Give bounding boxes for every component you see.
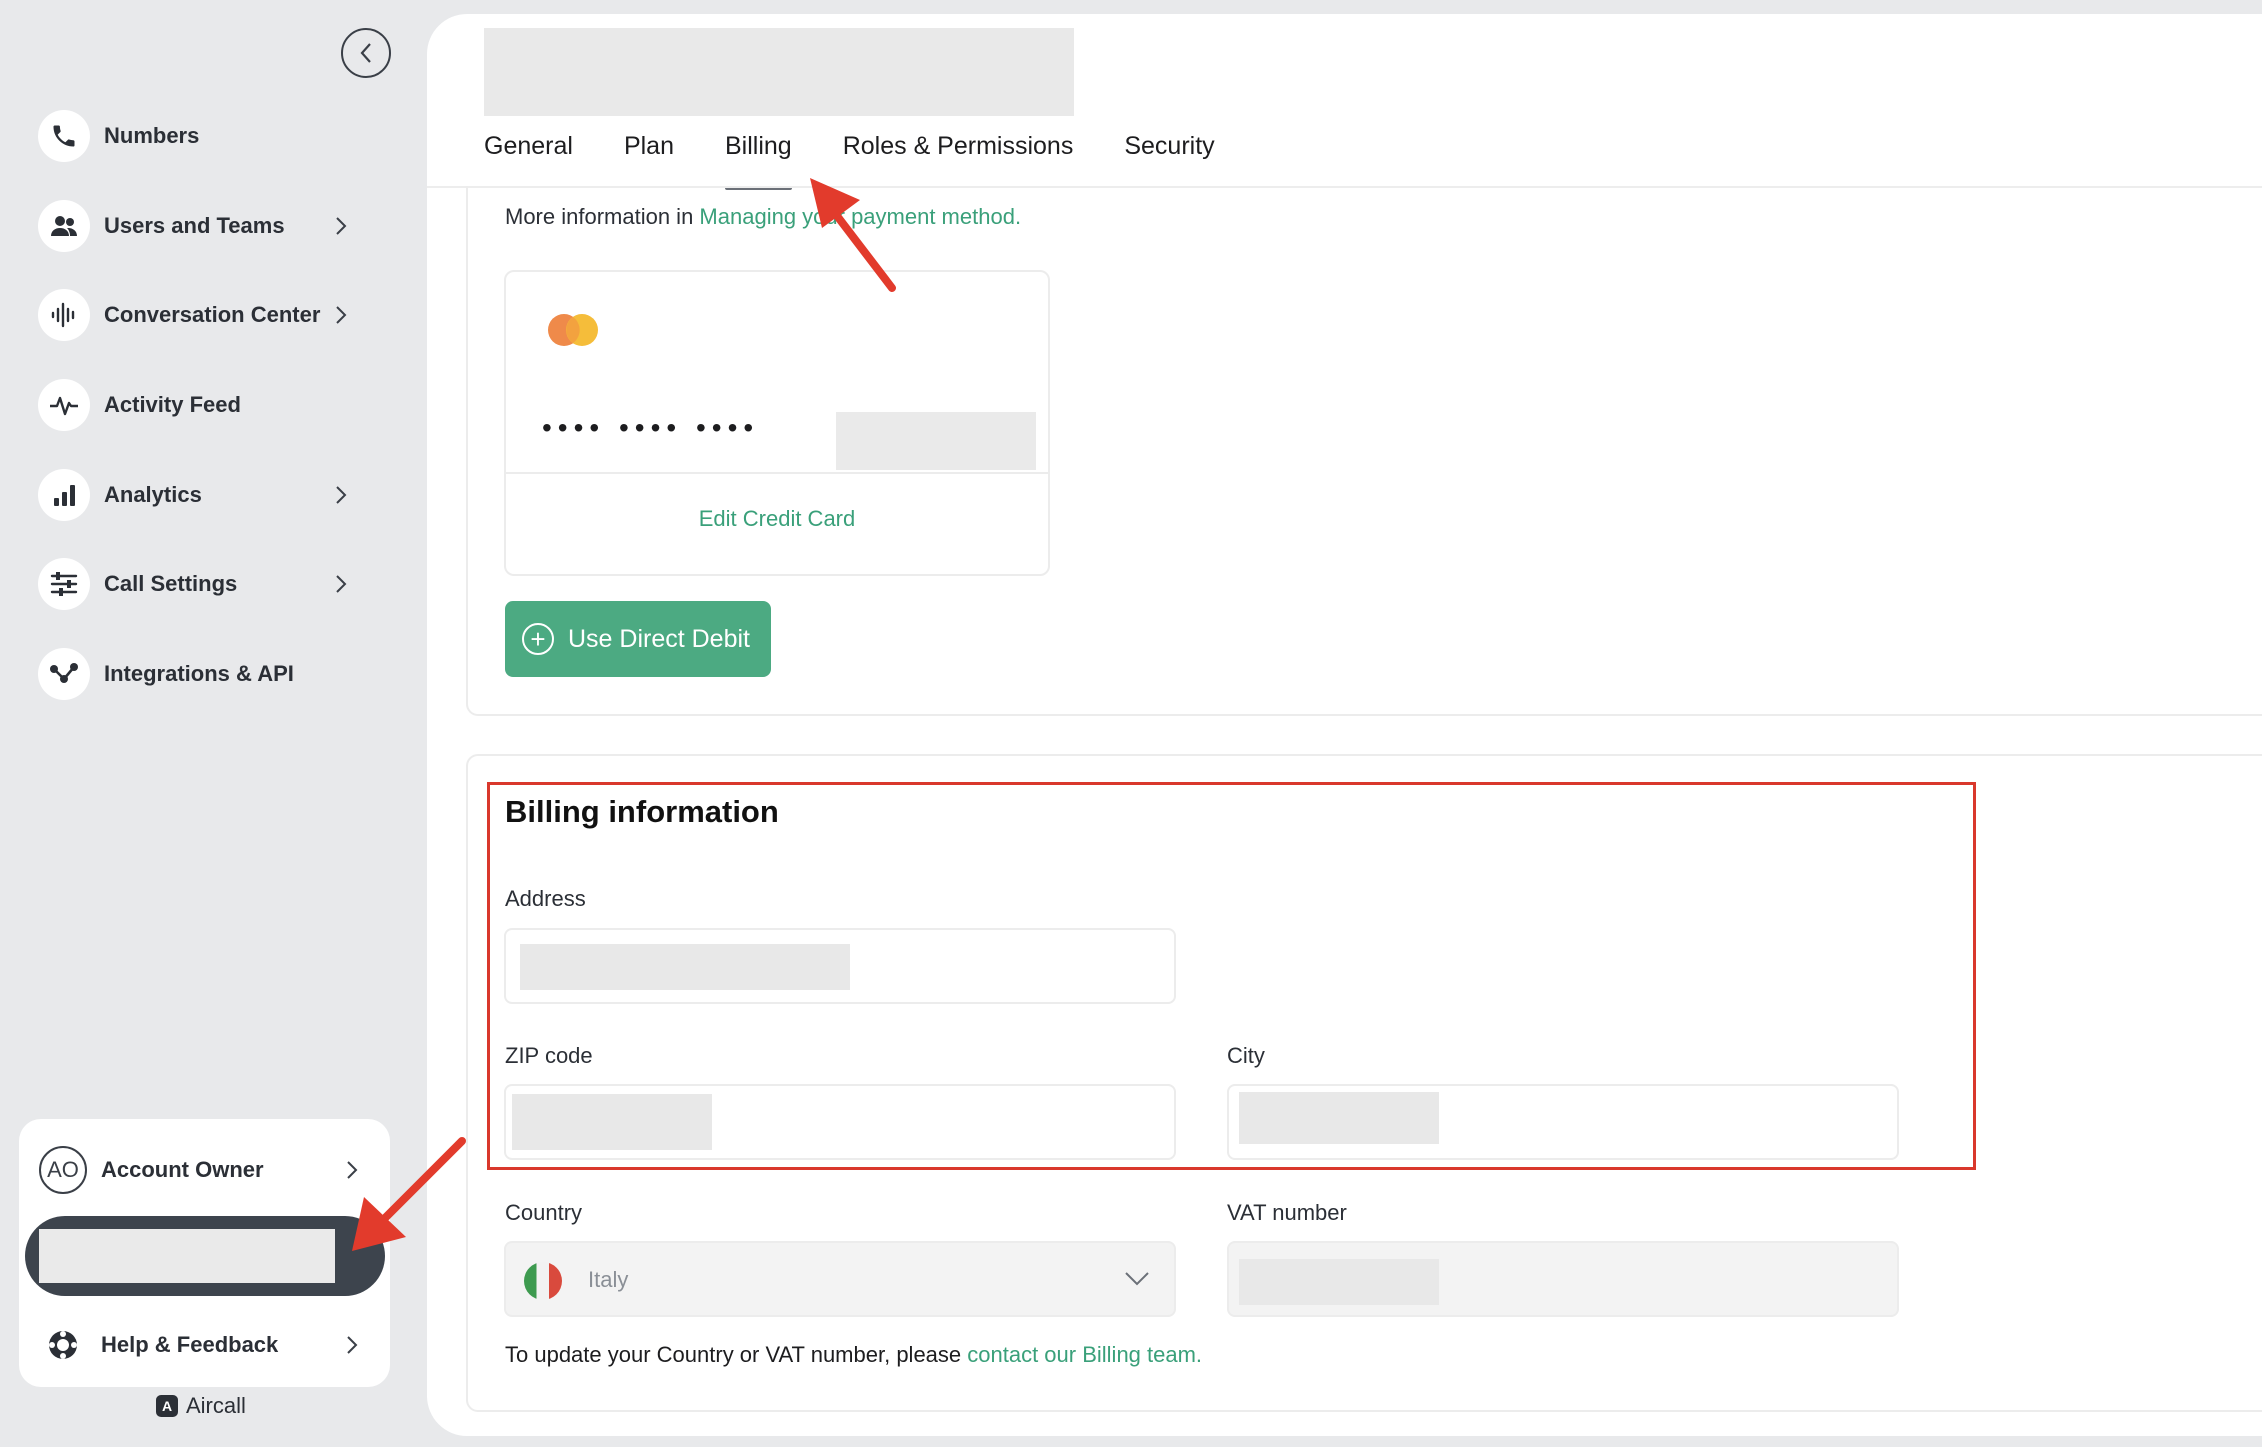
redacted-header	[484, 28, 1074, 116]
edit-credit-card-link[interactable]: Edit Credit Card	[506, 506, 1048, 532]
sidebar-item-conversation-center[interactable]: Conversation Center	[38, 287, 358, 343]
avatar: AO	[39, 1146, 87, 1194]
sidebar-item-analytics[interactable]: Analytics	[38, 467, 358, 523]
brand-name: Aircall	[186, 1393, 246, 1418]
tab-security[interactable]: Security	[1124, 132, 1214, 190]
plus-circle-icon: +	[522, 623, 554, 655]
redacted-region	[39, 1229, 335, 1283]
aircall-logo-icon: A	[156, 1395, 178, 1417]
bar-chart-icon	[38, 469, 90, 521]
brand-logo: A Aircall	[156, 1393, 246, 1419]
card-divider	[506, 472, 1048, 474]
main-content: General Plan Billing Roles & Permissions…	[427, 14, 2262, 1436]
vat-note-prefix: To update your Country or VAT number, pl…	[505, 1342, 968, 1367]
redacted-card-digits	[836, 412, 1036, 470]
country-value: Italy	[588, 1267, 629, 1292]
use-direct-debit-button[interactable]: + Use Direct Debit	[505, 601, 771, 677]
sidebar-item-label: Integrations & API	[104, 661, 294, 686]
tab-plan[interactable]: Plan	[624, 132, 674, 190]
vat-label: VAT number	[1227, 1200, 1347, 1225]
sidebar-item-label: Numbers	[104, 123, 200, 148]
chevron-left-icon	[360, 43, 371, 63]
nodes-icon	[38, 648, 90, 700]
chevron-right-icon	[336, 575, 347, 593]
redacted-value	[1239, 1259, 1439, 1305]
account-owner-label: Account Owner	[101, 1157, 264, 1182]
account-owner-item[interactable]: AO Account Owner	[39, 1143, 369, 1197]
sidebar-item-label: Conversation Center	[104, 302, 321, 327]
collapse-sidebar-button[interactable]	[341, 28, 391, 78]
sidebar-item-label: Activity Feed	[104, 392, 241, 417]
italy-flag-icon	[524, 1262, 562, 1300]
chevron-right-icon	[336, 486, 347, 504]
annotation-arrow-icon	[352, 1137, 466, 1251]
waveform-icon	[38, 289, 90, 341]
annotation-highlight-box	[487, 782, 1976, 1170]
credit-card-box: •••• •••• •••• Edit Credit Card	[504, 270, 1050, 576]
users-icon	[38, 200, 90, 252]
sidebar-item-call-settings[interactable]: Call Settings	[38, 556, 358, 612]
account-panel: AO Account Owner Help & Feedback	[19, 1119, 390, 1387]
card-number-mask: •••• •••• ••••	[542, 412, 760, 443]
sidebar-item-numbers[interactable]: Numbers	[38, 108, 358, 164]
direct-debit-label: Use Direct Debit	[568, 624, 750, 653]
chevron-right-icon	[336, 306, 347, 324]
tab-general[interactable]: General	[484, 132, 573, 190]
user-status-pill[interactable]	[25, 1216, 385, 1296]
chevron-down-icon	[1125, 1272, 1149, 1286]
more-info-text: More information in Managing your paymen…	[505, 204, 1021, 230]
vat-number-field[interactable]	[1227, 1241, 1899, 1317]
help-feedback-label: Help & Feedback	[101, 1332, 279, 1357]
chevron-right-icon	[336, 217, 347, 235]
sliders-icon	[38, 558, 90, 610]
pulse-icon	[38, 379, 90, 431]
phone-icon	[38, 110, 90, 162]
sidebar-item-label: Call Settings	[104, 571, 238, 596]
sidebar-item-users-and-teams[interactable]: Users and Teams	[38, 198, 358, 254]
sidebar-item-label: Analytics	[104, 482, 202, 507]
sidebar-item-activity-feed[interactable]: Activity Feed	[38, 377, 358, 433]
country-label: Country	[505, 1200, 583, 1225]
billing-team-link[interactable]: contact our Billing team.	[967, 1342, 1202, 1367]
tab-billing[interactable]: Billing	[725, 132, 792, 190]
lifebuoy-icon	[39, 1321, 87, 1369]
annotation-arrow-icon	[810, 178, 896, 292]
mastercard-icon	[548, 314, 598, 346]
country-select[interactable]: Italy	[504, 1241, 1176, 1317]
help-feedback-item[interactable]: Help & Feedback	[39, 1318, 369, 1372]
more-info-prefix: More information in	[505, 204, 700, 229]
chevron-right-icon	[347, 1336, 358, 1354]
vat-update-note: To update your Country or VAT number, pl…	[505, 1342, 1202, 1368]
sidebar-item-label: Users and Teams	[104, 213, 285, 238]
sidebar-item-integrations-api[interactable]: Integrations & API	[38, 646, 358, 702]
